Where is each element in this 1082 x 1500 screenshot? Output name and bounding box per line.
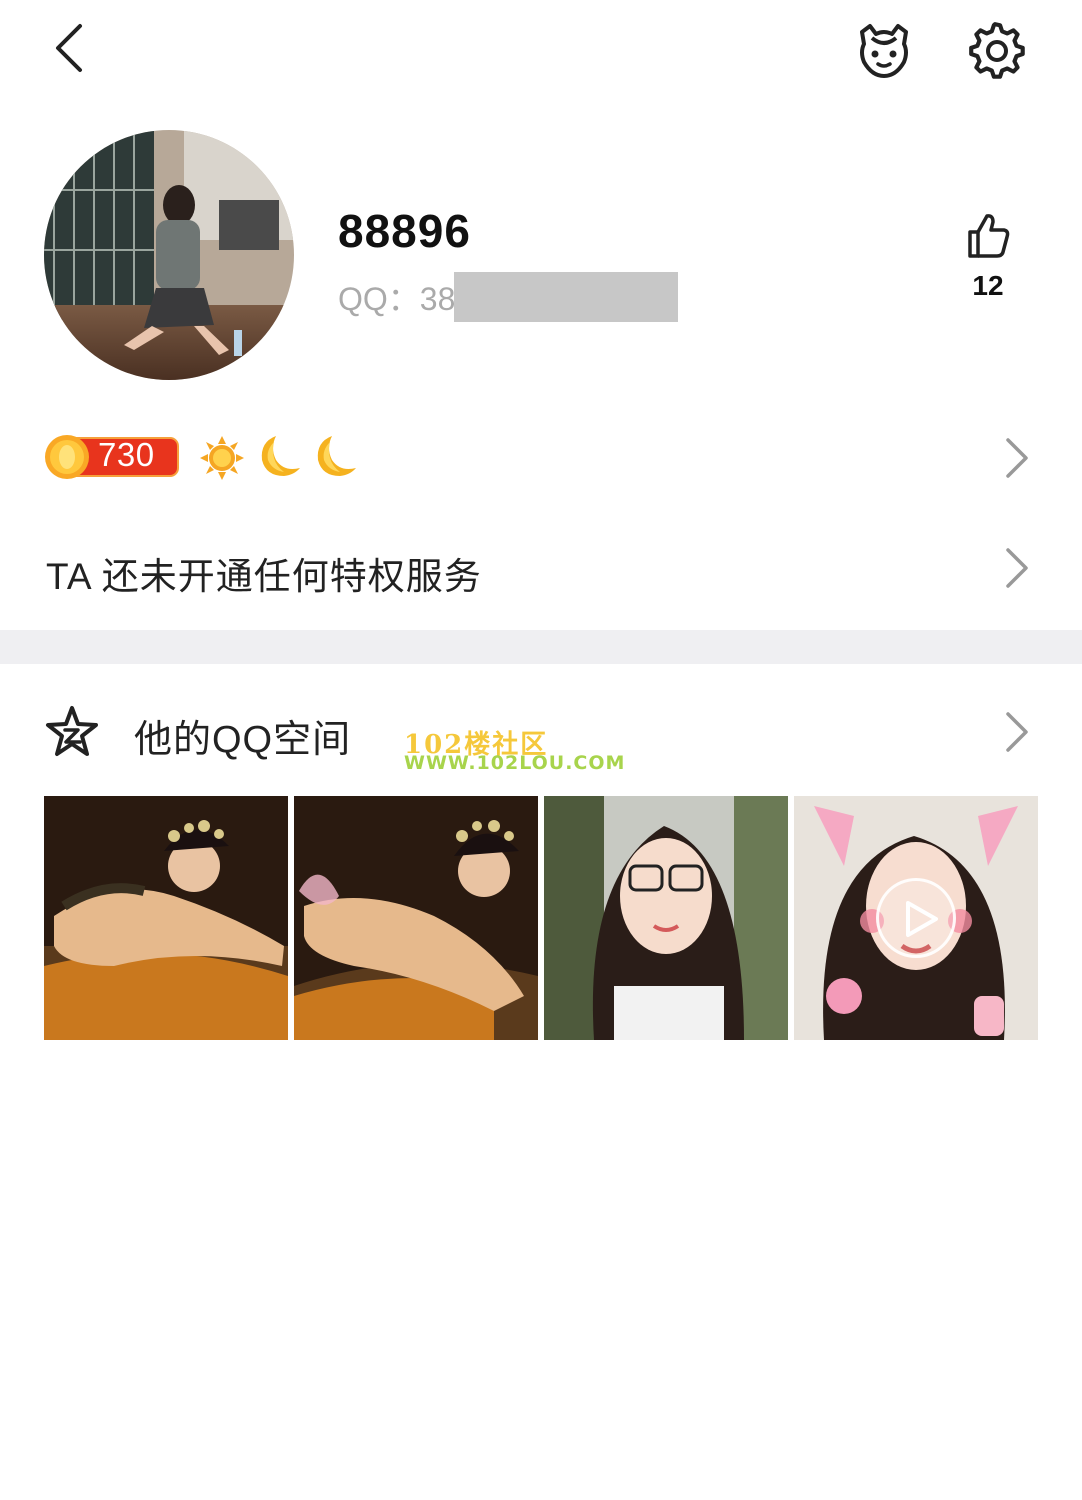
- qzone-photo[interactable]: [44, 796, 288, 1040]
- sun-icon: [200, 436, 244, 480]
- like-button[interactable]: [962, 210, 1014, 262]
- watermark-url: WWW.102LOU.COM: [404, 752, 626, 774]
- qzone-title: 他的QQ空间: [134, 719, 352, 761]
- avatar-photo: [44, 130, 294, 380]
- qzone-star-icon: [46, 706, 98, 756]
- qzone-row[interactable]: 他的QQ空间 102楼社区 WWW.102LOU.COM: [0, 690, 1082, 776]
- qq-number-label: QQ：38: [338, 281, 456, 317]
- settings-button[interactable]: [966, 20, 1026, 80]
- moon-icon: [261, 436, 300, 476]
- qzone-photo[interactable]: [544, 796, 788, 1040]
- photo-image: [544, 796, 788, 1040]
- gear-icon: [969, 22, 1025, 79]
- top-bar: [0, 0, 1082, 100]
- thumbs-up-icon: [968, 214, 1010, 258]
- avatar[interactable]: [44, 130, 294, 380]
- play-button[interactable]: [876, 878, 956, 958]
- chevron-right-icon: [1006, 438, 1028, 478]
- level-value: 730: [98, 436, 155, 473]
- privilege-text: TA 还未开通任何特权服务: [46, 556, 482, 597]
- back-chevron-icon: [56, 24, 82, 72]
- level-row[interactable]: 730: [0, 410, 1082, 502]
- qzone-photo-grid: [44, 796, 1038, 1042]
- chevron-right-icon: [1006, 712, 1028, 752]
- chevron-right-icon: [1006, 548, 1028, 588]
- qzone-video[interactable]: [794, 796, 1038, 1040]
- qq-number-redaction: [454, 272, 678, 322]
- nickname: 88896: [338, 205, 471, 257]
- qzone-photo[interactable]: [294, 796, 538, 1040]
- section-divider: [0, 630, 1082, 664]
- privilege-row[interactable]: TA 还未开通任何特权服务: [0, 520, 1082, 616]
- pet-face-icon: [860, 24, 908, 78]
- photo-image: [44, 796, 288, 1040]
- moon-icon: [317, 436, 356, 476]
- like-count: 12: [972, 270, 1004, 301]
- photo-image: [294, 796, 538, 1040]
- play-icon: [906, 901, 938, 937]
- pet-button[interactable]: [852, 18, 916, 82]
- back-button[interactable]: [40, 20, 96, 76]
